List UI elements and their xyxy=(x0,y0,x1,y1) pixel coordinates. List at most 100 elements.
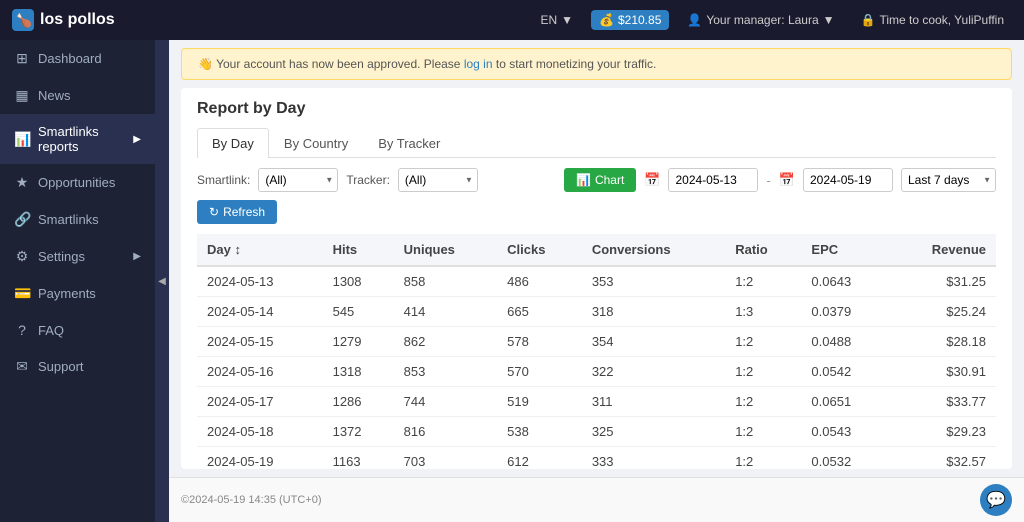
cell-epc: 0.0532 xyxy=(801,447,888,470)
col-header-ratio: Ratio xyxy=(725,234,801,266)
table-row: 2024-05-14 545 414 665 318 1:3 0.0379 $2… xyxy=(197,297,996,327)
chart-button-label: Chart xyxy=(595,173,624,187)
col-header-clicks: Clicks xyxy=(497,234,582,266)
cell-ratio: 1:3 xyxy=(725,297,801,327)
cell-epc: 0.0379 xyxy=(801,297,888,327)
cell-conversions: 333 xyxy=(582,447,725,470)
cell-hits: 1372 xyxy=(323,417,394,447)
date-separator: - xyxy=(766,173,770,188)
top-navigation: 🍗 los pollos EN ▼ 💰 $210.85 👤 Your manag… xyxy=(0,0,1024,40)
cell-day: 2024-05-16 xyxy=(197,357,323,387)
tracker-select-wrapper: (All) xyxy=(398,168,478,192)
cell-hits: 1308 xyxy=(323,266,394,297)
time-label: Time to cook, YuliPuffin xyxy=(879,13,1004,27)
sidebar-item-label: Settings xyxy=(38,249,85,264)
cell-hits: 1163 xyxy=(323,447,394,470)
date-range-select[interactable]: Last 7 days xyxy=(901,168,996,192)
sidebar-item-label: FAQ xyxy=(38,323,64,338)
news-icon: ▦ xyxy=(14,87,30,104)
sidebar-item-opportunities[interactable]: ★ Opportunities xyxy=(0,164,155,201)
clock-icon: 🔒 xyxy=(861,13,876,27)
date-to-input[interactable] xyxy=(803,168,893,192)
chat-icon: 💬 xyxy=(986,490,1006,510)
sidebar-item-support[interactable]: ✉ Support xyxy=(0,348,155,385)
sidebar-item-news[interactable]: ▦ News xyxy=(0,77,155,114)
tracker-filter-label: Tracker: xyxy=(346,173,390,187)
smartlink-select[interactable]: (All) xyxy=(258,168,338,192)
chart-icon: 📊 xyxy=(14,131,30,148)
copyright-icon: © xyxy=(181,494,189,506)
cell-clicks: 486 xyxy=(497,266,582,297)
cell-ratio: 1:2 xyxy=(725,387,801,417)
sidebar-item-smartlinks-reports[interactable]: 📊 Smartlinks reports ▶ xyxy=(0,114,155,164)
cell-day: 2024-05-15 xyxy=(197,327,323,357)
faq-icon: ? xyxy=(14,322,30,338)
cell-revenue: $33.77 xyxy=(888,387,996,417)
filter-bar: Smartlink: (All) Tracker: (All) 📊 Chart xyxy=(181,158,1012,234)
sidebar-collapse-button[interactable]: ◀ xyxy=(155,40,169,522)
cell-clicks: 538 xyxy=(497,417,582,447)
page-title: Report by Day xyxy=(197,100,996,118)
tab-by-day[interactable]: By Day xyxy=(197,128,269,158)
tracker-select[interactable]: (All) xyxy=(398,168,478,192)
cell-day: 2024-05-17 xyxy=(197,387,323,417)
chart-button[interactable]: 📊 Chart xyxy=(564,168,636,192)
smartlink-filter-label: Smartlink: xyxy=(197,173,250,187)
wallet-icon: 💰 xyxy=(599,13,614,27)
calendar-from-icon[interactable]: 📅 xyxy=(644,172,660,188)
date-from-input[interactable] xyxy=(668,168,758,192)
cell-clicks: 570 xyxy=(497,357,582,387)
table-row: 2024-05-17 1286 744 519 311 1:2 0.0651 $… xyxy=(197,387,996,417)
cell-day: 2024-05-14 xyxy=(197,297,323,327)
tab-by-country[interactable]: By Country xyxy=(269,128,363,158)
cell-epc: 0.0643 xyxy=(801,266,888,297)
cell-ratio: 1:2 xyxy=(725,447,801,470)
cell-uniques: 414 xyxy=(394,297,498,327)
link-icon: 🔗 xyxy=(14,211,30,228)
cell-hits: 1318 xyxy=(323,357,394,387)
cell-hits: 1286 xyxy=(323,387,394,417)
sidebar-item-faq[interactable]: ? FAQ xyxy=(0,312,155,348)
chevron-down-icon: ▼ xyxy=(561,13,573,27)
envelope-icon: ✉ xyxy=(14,358,30,375)
cell-conversions: 311 xyxy=(582,387,725,417)
sidebar-item-smartlinks[interactable]: 🔗 Smartlinks xyxy=(0,201,155,238)
cell-revenue: $29.23 xyxy=(888,417,996,447)
main-content: 👋 Your account has now been approved. Pl… xyxy=(169,40,1024,522)
cell-clicks: 612 xyxy=(497,447,582,470)
cell-revenue: $32.57 xyxy=(888,447,996,470)
sidebar-item-label: Dashboard xyxy=(38,51,102,66)
manager-info[interactable]: 👤 Your manager: Laura ▼ xyxy=(679,13,842,27)
chevron-right-icon: ▶ xyxy=(133,134,141,145)
chat-button[interactable]: 💬 xyxy=(980,484,1012,516)
refresh-button-label: Refresh xyxy=(223,205,265,219)
gear-icon: ⚙ xyxy=(14,248,30,265)
cell-epc: 0.0651 xyxy=(801,387,888,417)
time-to-cook: 🔒 Time to cook, YuliPuffin xyxy=(853,13,1012,27)
star-icon: ★ xyxy=(14,174,30,191)
cell-conversions: 325 xyxy=(582,417,725,447)
sidebar-item-label: Smartlinks xyxy=(38,212,99,227)
login-link[interactable]: log in xyxy=(464,57,493,71)
cell-ratio: 1:2 xyxy=(725,417,801,447)
notification-text2: to start monetizing your traffic. xyxy=(496,57,657,71)
tab-bar: By Day By Country By Tracker xyxy=(197,128,996,158)
sidebar-item-payments[interactable]: 💳 Payments xyxy=(0,275,155,312)
language-label: EN xyxy=(540,13,557,27)
language-selector[interactable]: EN ▼ xyxy=(532,13,581,27)
sidebar-item-dashboard[interactable]: ⊞ Dashboard xyxy=(0,40,155,77)
tab-by-tracker[interactable]: By Tracker xyxy=(363,128,455,158)
table-header-row: Day ↕ Hits Uniques Clicks Conversions Ra… xyxy=(197,234,996,266)
refresh-button[interactable]: ↻ Refresh xyxy=(197,200,277,224)
cell-clicks: 519 xyxy=(497,387,582,417)
cell-hits: 1279 xyxy=(323,327,394,357)
report-table: Day ↕ Hits Uniques Clicks Conversions Ra… xyxy=(197,234,996,469)
cell-ratio: 1:2 xyxy=(725,266,801,297)
notification-text: Your account has now been approved. Plea… xyxy=(216,57,460,71)
calendar-to-icon[interactable]: 📅 xyxy=(779,172,795,188)
sidebar: ⊞ Dashboard ▦ News 📊 Smartlinks reports … xyxy=(0,40,155,522)
payment-icon: 💳 xyxy=(14,285,30,302)
sidebar-item-settings[interactable]: ⚙ Settings ▶ xyxy=(0,238,155,275)
smartlink-select-wrapper: (All) xyxy=(258,168,338,192)
cell-epc: 0.0488 xyxy=(801,327,888,357)
